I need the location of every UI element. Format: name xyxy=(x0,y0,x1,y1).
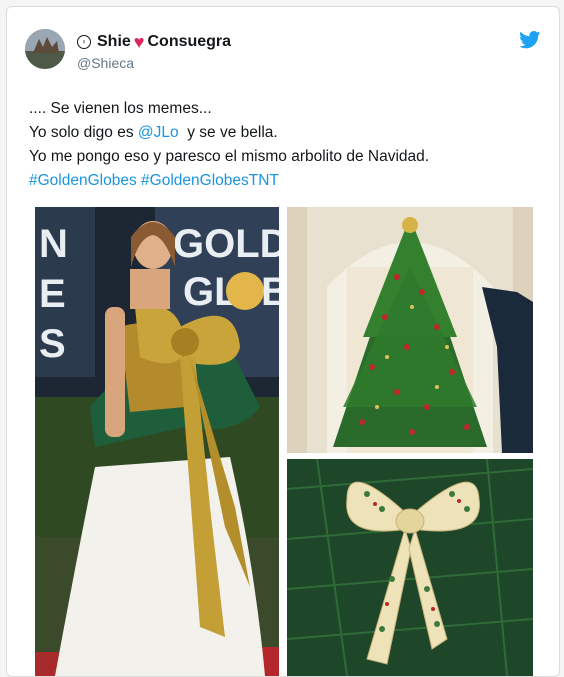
hashtag-link[interactable]: #GoldenGlobes xyxy=(29,172,137,189)
backdrop-letter: E xyxy=(39,272,66,316)
backdrop-letter: S xyxy=(39,322,66,366)
photo-ribbon-bow[interactable] xyxy=(287,459,533,676)
display-name-first: Shie xyxy=(97,33,131,50)
display-name[interactable]: ♀ Shie ♥ Consuegra xyxy=(77,33,231,51)
backdrop-letter: N xyxy=(39,222,68,266)
tweet-card: ♀ Shie ♥ Consuegra @Shieca .... Se viene… xyxy=(6,6,560,677)
backdrop-text: B xyxy=(261,270,279,314)
backdrop-text: GOLDE xyxy=(173,222,279,266)
twitter-bird-icon[interactable] xyxy=(519,31,541,49)
tweet-text: .... Se vienen los memes... Yo solo digo… xyxy=(29,97,539,193)
avatar[interactable] xyxy=(25,29,65,69)
user-handle[interactable]: @Shieca xyxy=(77,55,134,71)
heart-icon: ♥ xyxy=(133,32,145,52)
badge-icon: ♀ xyxy=(77,35,91,49)
display-name-last: Consuegra xyxy=(147,33,232,50)
photo-red-carpet[interactable]: N E S GOLDE GL B xyxy=(35,207,279,676)
tweet-line-4: #GoldenGlobes #GoldenGlobesTNT xyxy=(29,169,539,193)
tweet-line-2-prefix: Yo solo digo es xyxy=(29,124,138,141)
mention-link[interactable]: @JLo xyxy=(138,124,179,141)
photo-christmas-tree[interactable] xyxy=(287,207,533,453)
media-grid: N E S GOLDE GL B xyxy=(35,207,533,676)
hashtag-link[interactable]: #GoldenGlobesTNT xyxy=(141,172,279,189)
tweet-line-2: Yo solo digo es @JLo y se ve bella. xyxy=(29,121,539,145)
tweet-line-2-suffix: y se ve bella. xyxy=(178,124,278,141)
tweet-line-1: .... Se vienen los memes... xyxy=(29,100,212,117)
tweet-line-3: Yo me pongo eso y paresco el mismo arbol… xyxy=(29,148,430,165)
